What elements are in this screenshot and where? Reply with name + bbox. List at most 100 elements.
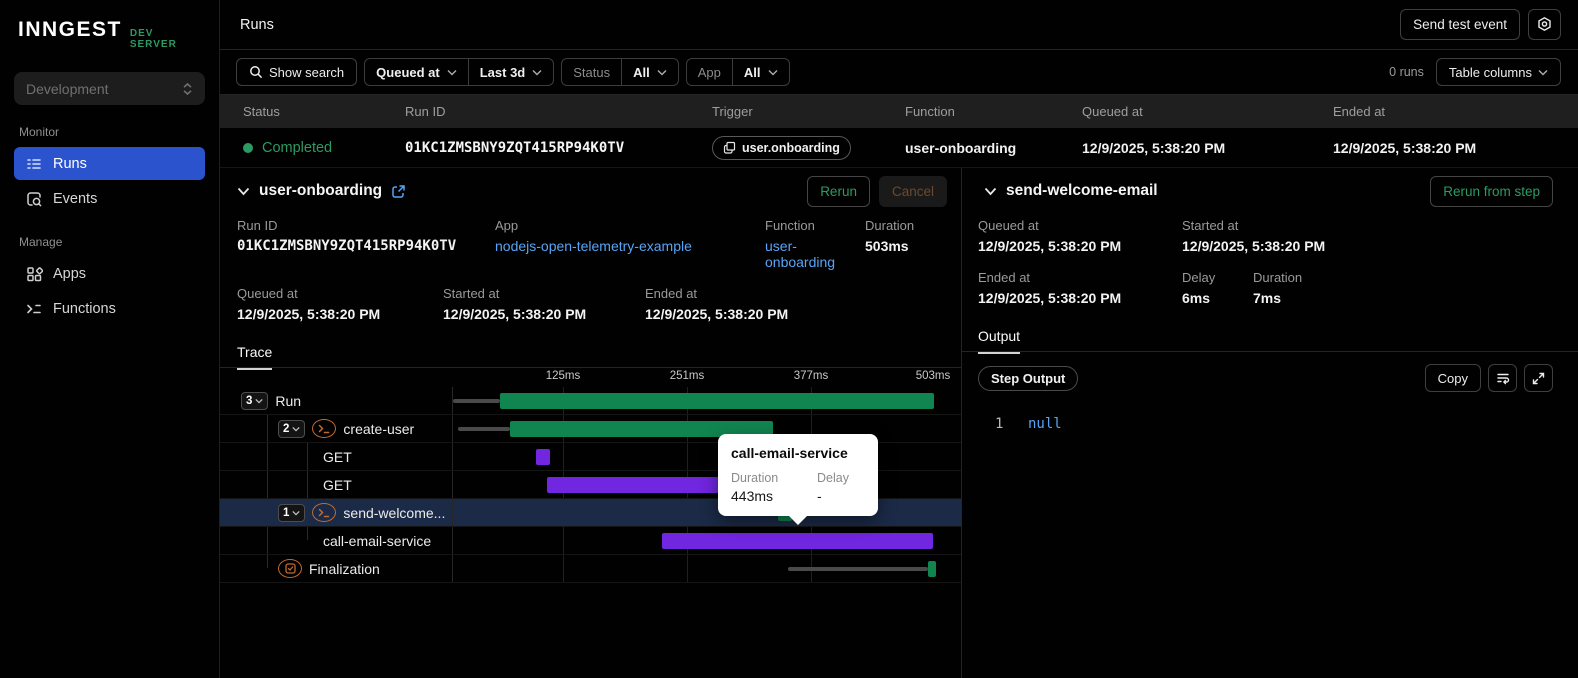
page-header: Runs Send test event — [220, 0, 1578, 50]
filter-bar: Show search Queued at Last 3d Status All — [220, 50, 1578, 95]
function-link[interactable]: user-onboarding — [765, 238, 865, 270]
chevron-down-icon — [447, 69, 457, 76]
sidebar-item-events[interactable]: Events — [14, 182, 205, 215]
ended-at-field: Ended at 12/9/2025, 5:38:20 PM — [645, 286, 789, 322]
collapse-count-badge[interactable]: 3 — [241, 391, 269, 410]
queue-delay-line — [453, 399, 500, 403]
sidebar-item-label: Events — [53, 190, 98, 207]
tooltip-duration-value: 443ms — [731, 488, 774, 504]
environment-select[interactable]: Development — [14, 72, 205, 105]
step-ended-at-field: Ended at 12/9/2025, 5:38:20 PM — [978, 270, 1122, 306]
logo: INNGEST DEV SERVER — [14, 18, 205, 50]
queue-delay-line — [788, 567, 928, 571]
finalization-check-icon — [278, 559, 302, 578]
runs-table-header: Status Run ID Trigger Function Queued at… — [220, 95, 1578, 128]
span-duration-bar[interactable] — [662, 533, 933, 549]
chevron-down-icon — [657, 69, 667, 76]
trace-span-name: send-welcome... — [343, 504, 446, 521]
search-icon — [250, 66, 263, 79]
collapse-count-badge[interactable]: 2 — [278, 419, 306, 438]
output-toolbar: Step Output Copy — [962, 352, 1578, 402]
step-title: send-welcome-email — [1006, 182, 1158, 199]
app-link[interactable]: nodejs-open-telemetry-example — [495, 238, 765, 254]
step-duration-field: Duration 7ms — [1253, 270, 1303, 306]
trace-tooltip: call-email-service Duration Delay 443ms … — [718, 434, 878, 525]
step-terminal-icon — [312, 503, 337, 522]
app-filter-dropdown[interactable]: All — [731, 59, 789, 85]
step-output-chip: Step Output — [978, 365, 1079, 391]
status-cell: Completed — [243, 140, 405, 156]
time-range-dropdown[interactable]: Last 3d — [467, 59, 554, 85]
axis-tick-label: 251ms — [669, 370, 705, 382]
trace-row-timeline — [453, 443, 961, 470]
runs-count: 0 runs — [1389, 65, 1424, 79]
chevron-down-icon — [1538, 69, 1548, 76]
column-header: Ended at — [1333, 104, 1386, 119]
word-wrap-button[interactable] — [1488, 364, 1517, 392]
tab-trace[interactable]: Trace — [237, 344, 273, 370]
manage-label: Manage — [19, 235, 63, 249]
cancel-button[interactable]: Cancel — [878, 175, 947, 207]
duration-field: Duration 503ms — [865, 218, 915, 254]
trace-span-name: Finalization — [309, 560, 380, 577]
collapse-count-badge[interactable]: 1 — [278, 503, 306, 522]
function-cell: user-onboarding — [905, 139, 1017, 156]
tooltip-delay-label: Delay — [817, 471, 849, 485]
rerun-button[interactable]: Rerun — [807, 175, 870, 207]
line-number: 1 — [995, 416, 1004, 432]
run-id-cell: 01KC1ZMSBNY9ZQT415RP94K0TV — [405, 139, 625, 156]
settings-button[interactable] — [1528, 9, 1561, 40]
copy-button[interactable]: Copy — [1424, 364, 1481, 392]
sidebar-item-functions[interactable]: Functions — [14, 292, 205, 325]
trace-span-name: GET — [323, 448, 352, 465]
trace-row[interactable]: call-email-service — [220, 527, 961, 555]
send-test-event-button[interactable]: Send test event — [1400, 9, 1520, 40]
trace-row-timeline — [453, 555, 961, 582]
span-duration-bar[interactable] — [536, 449, 550, 465]
rerun-from-step-button[interactable]: Rerun from step — [1430, 175, 1553, 207]
column-header: Trigger — [712, 104, 753, 119]
trace-row-label: 1 send-welcome... — [220, 499, 453, 526]
span-duration-bar[interactable] — [500, 393, 934, 409]
app-field: App nodejs-open-telemetry-example — [495, 218, 765, 270]
step-queued-at-field: Queued at 12/9/2025, 5:38:20 PM — [978, 218, 1122, 254]
status-dot-icon — [243, 142, 253, 153]
environment-select-value: Development — [26, 80, 109, 97]
step-detail-panel: send-welcome-email Rerun from step Queue… — [962, 168, 1578, 678]
chevron-down-icon — [767, 69, 778, 76]
events-icon — [27, 191, 42, 206]
chevron-down-icon[interactable] — [984, 187, 997, 196]
app-root: INNGEST DEV SERVER Development Monitor R… — [0, 0, 1578, 678]
trace-row[interactable]: Finalization — [220, 555, 961, 583]
status-filter-dropdown[interactable]: All — [621, 59, 678, 85]
step-terminal-icon — [312, 419, 337, 438]
sidebar-item-apps[interactable]: Apps — [14, 257, 205, 290]
word-wrap-icon — [1496, 373, 1509, 385]
tooltip-duration-label: Duration — [731, 471, 779, 485]
table-columns-button[interactable]: Table columns — [1435, 58, 1561, 86]
tab-output[interactable]: Output — [978, 328, 1021, 354]
trace-row-timeline — [453, 415, 961, 442]
step-started-at-field: Started at 12/9/2025, 5:38:20 PM — [1182, 218, 1326, 254]
expand-icon — [1532, 372, 1545, 384]
expand-button[interactable] — [1524, 364, 1553, 392]
external-link-icon[interactable] — [391, 184, 406, 199]
sidebar: INNGEST DEV SERVER Development Monitor R… — [0, 0, 220, 678]
sidebar-item-label: Functions — [53, 300, 116, 317]
span-duration-bar[interactable] — [928, 561, 936, 577]
trace-row[interactable]: 3 Run — [220, 387, 961, 415]
trigger-pill[interactable]: user.onboarding — [712, 135, 851, 160]
trace-row-label: call-email-service — [220, 527, 453, 554]
apps-icon — [27, 266, 43, 281]
trace-row-label: 3 Run — [220, 387, 453, 414]
queue-delay-line — [458, 427, 510, 431]
time-field-dropdown[interactable]: Queued at — [365, 59, 468, 85]
chevron-down-icon[interactable] — [237, 187, 250, 196]
column-header: Function — [905, 104, 955, 119]
queued-at-cell: 12/9/2025, 5:38:20 PM — [1082, 139, 1226, 156]
show-search-button[interactable]: Show search — [236, 58, 358, 86]
trace-span-name: create-user — [343, 420, 415, 437]
sidebar-item-runs[interactable]: Runs — [14, 147, 205, 180]
table-row[interactable]: Completed 01KC1ZMSBNY9ZQT415RP94K0TV use… — [220, 128, 1578, 168]
app-filter-group: App All — [685, 58, 790, 86]
